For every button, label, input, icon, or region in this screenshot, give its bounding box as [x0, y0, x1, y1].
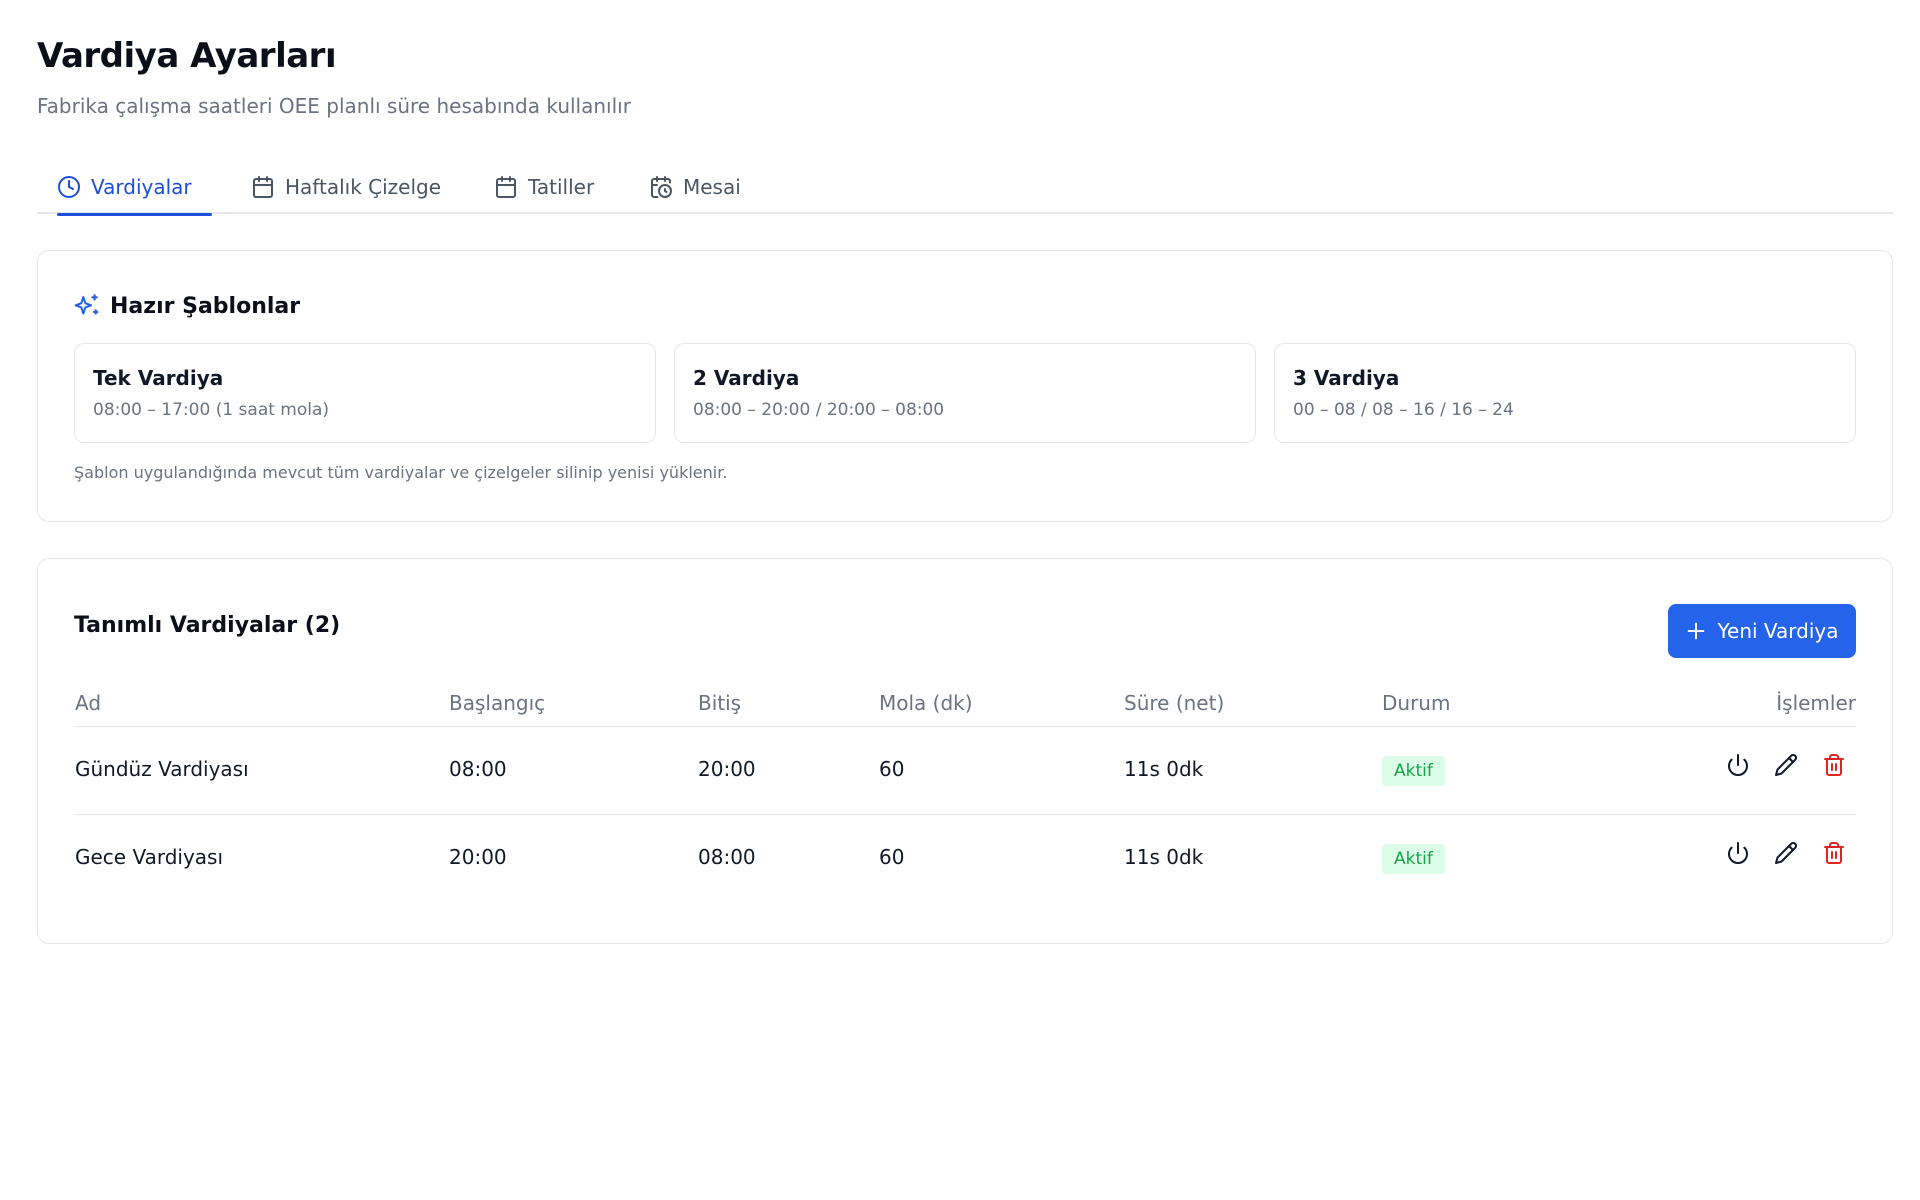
trash-icon [1824, 754, 1844, 776]
tab-mesai[interactable]: Mesai [649, 160, 741, 214]
column-header-start: Başlangıç [449, 691, 546, 715]
table-row: Gündüz Vardiyası 08:00 20:00 60 11s 0dk … [74, 727, 1856, 815]
tab-bar: Vardiyalar Haftalık Çizelge Tatiller Mes… [37, 160, 1893, 216]
template-name: 2 Vardiya [693, 366, 800, 390]
row-actions [1726, 753, 1846, 777]
column-header-break: Mola (dk) [879, 691, 973, 715]
power-icon [1728, 754, 1748, 776]
shift-name: Gündüz Vardiyası [75, 757, 249, 781]
shift-end: 20:00 [698, 757, 756, 781]
column-header-name: Ad [75, 691, 102, 715]
template-name: 3 Vardiya [1293, 366, 1400, 390]
shift-name: Gece Vardiyası [75, 845, 224, 869]
plus-icon [1688, 622, 1705, 640]
sparkles-icon [74, 294, 99, 315]
tab-vardiyalar[interactable]: Vardiyalar [57, 160, 212, 216]
calendar-icon [253, 176, 273, 198]
power-icon [1728, 842, 1748, 864]
shift-duration: 11s 0dk [1124, 757, 1204, 781]
new-shift-button[interactable]: Yeni Vardiya [1668, 604, 1856, 658]
tab-label: Tatiller [528, 175, 595, 199]
tab-label: Vardiyalar [91, 175, 192, 199]
status-badge: Aktif [1382, 844, 1445, 874]
page-subtitle: Fabrika çalışma saatleri OEE planlı süre… [37, 94, 631, 118]
edit-button[interactable] [1774, 841, 1798, 865]
tab-label: Mesai [683, 175, 741, 199]
row-actions [1726, 841, 1846, 865]
calendar-icon [496, 176, 516, 198]
tab-tatiller[interactable]: Tatiller [494, 160, 594, 214]
trash-icon [1824, 842, 1844, 864]
edit-button[interactable] [1774, 753, 1798, 777]
template-time: 00 – 08 / 08 – 16 / 16 – 24 [1293, 400, 1514, 420]
page-title: Vardiya Ayarları [37, 36, 337, 76]
power-toggle-button[interactable] [1726, 753, 1750, 777]
template-time: 08:00 – 20:00 / 20:00 – 08:00 [693, 400, 945, 420]
new-shift-label: Yeni Vardiya [1717, 619, 1839, 643]
templates-title: Hazır Şablonlar [110, 293, 301, 319]
table-row: Gece Vardiyası 20:00 08:00 60 11s 0dk Ak… [74, 815, 1856, 903]
table-header: Ad Başlangıç Bitiş Mola (dk) Süre (net) … [74, 677, 1856, 727]
shift-duration: 11s 0dk [1124, 845, 1204, 869]
templates-card: Hazır Şablonlar Tek Vardiya 08:00 – 17:0… [37, 250, 1893, 522]
template-name: Tek Vardiya [93, 366, 224, 390]
template-time: 08:00 – 17:00 (1 saat mola) [93, 400, 330, 420]
tab-haftalik-cizelge[interactable]: Haftalık Çizelge [251, 160, 441, 214]
templates-header: Hazır Şablonlar [74, 293, 300, 319]
column-header-end: Bitiş [698, 691, 742, 715]
delete-button[interactable] [1822, 753, 1846, 777]
shift-break: 60 [879, 845, 905, 869]
power-toggle-button[interactable] [1726, 841, 1750, 865]
delete-button[interactable] [1822, 841, 1846, 865]
clock-icon [58, 176, 80, 198]
template-card-three[interactable]: 3 Vardiya 00 – 08 / 08 – 16 / 16 – 24 [1274, 343, 1856, 443]
pencil-icon [1775, 754, 1798, 776]
template-card-two[interactable]: 2 Vardiya 08:00 – 20:00 / 20:00 – 08:00 [674, 343, 1256, 443]
shifts-title: Tanımlı Vardiyalar (2) [74, 613, 341, 638]
status-badge: Aktif [1382, 756, 1445, 786]
shifts-table: Ad Başlangıç Bitiş Mola (dk) Süre (net) … [74, 677, 1856, 903]
template-card-single[interactable]: Tek Vardiya 08:00 – 17:00 (1 saat mola) [74, 343, 656, 443]
shift-break: 60 [879, 757, 905, 781]
column-header-duration: Süre (net) [1124, 691, 1225, 715]
tab-label: Haftalık Çizelge [285, 175, 442, 199]
shift-start: 20:00 [449, 845, 507, 869]
templates-note: Şablon uygulandığında mevcut tüm vardiya… [74, 463, 728, 482]
shifts-card: Tanımlı Vardiyalar (2) Yeni Vardiya Ad B… [37, 558, 1893, 944]
shift-start: 08:00 [449, 757, 507, 781]
column-header-actions: İşlemler [1776, 691, 1856, 715]
pencil-icon [1775, 842, 1798, 864]
shift-end: 08:00 [698, 845, 756, 869]
calendar-clock-icon [651, 176, 672, 198]
column-header-status: Durum [1382, 691, 1451, 715]
